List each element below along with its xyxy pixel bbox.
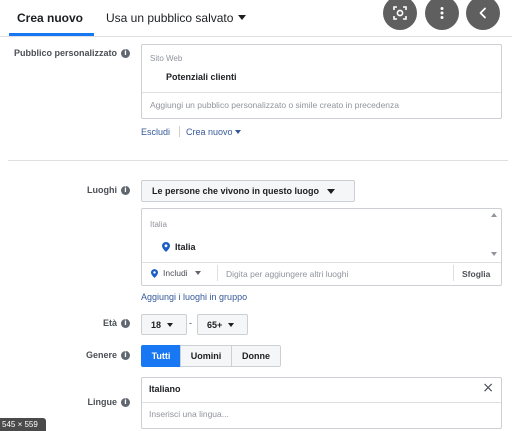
link-separator bbox=[179, 126, 180, 137]
gender-option-men[interactable]: Uomini bbox=[180, 345, 232, 367]
custom-audience-input[interactable]: Aggiungi un pubblico personalizzato o si… bbox=[150, 100, 399, 110]
location-type-dropdown[interactable]: Le persone che vivono in questo luogo bbox=[141, 180, 355, 202]
gender-option-all[interactable]: Tutti bbox=[141, 345, 181, 367]
audience-tabs: Crea nuovo Usa un pubblico salvato bbox=[0, 0, 512, 36]
languages-label-text: Lingue bbox=[87, 397, 118, 407]
caret-down-icon bbox=[238, 15, 247, 20]
age-min-value: 18 bbox=[151, 319, 162, 330]
location-type-value: Le persone che vivono in questo luogo bbox=[152, 186, 320, 196]
caret-down-icon bbox=[167, 322, 174, 327]
add-locations-in-bulk-link[interactable]: Aggiungi i luoghi in gruppo bbox=[141, 292, 247, 302]
languages-label: Lingue i bbox=[87, 397, 130, 407]
custom-audience-section-header: Sito Web bbox=[150, 54, 183, 63]
language-search-input[interactable]: Inserisci una lingua... bbox=[149, 409, 229, 419]
custom-audience-label-text: Pubblico personalizzato bbox=[13, 48, 117, 58]
tab-use-saved-audience[interactable]: Usa un pubblico salvato bbox=[106, 11, 247, 25]
gender-option-women[interactable]: Donne bbox=[231, 345, 281, 367]
browse-button[interactable]: Sfoglia bbox=[462, 269, 490, 279]
include-separator bbox=[217, 265, 218, 281]
locations-label: Luoghi i bbox=[87, 185, 130, 195]
locations-box: Italia Italia Includi Digita per aggiung… bbox=[141, 208, 502, 286]
caret-down-icon bbox=[228, 322, 235, 327]
tab-use-saved-label: Usa un pubblico salvato bbox=[106, 11, 234, 25]
locations-section-header: Italia bbox=[150, 220, 167, 229]
tabs-divider bbox=[0, 36, 512, 37]
age-label-text: Età bbox=[102, 318, 117, 328]
include-dropdown[interactable]: Includi bbox=[151, 268, 201, 278]
more-vertical-icon bbox=[440, 7, 444, 19]
languages-divider bbox=[142, 402, 501, 403]
location-search-input[interactable]: Digita per aggiungere altri luoghi bbox=[226, 269, 348, 279]
chevron-left-icon bbox=[479, 7, 486, 19]
caret-down-icon bbox=[327, 188, 336, 194]
languages-box: Italiano × Inserisci una lingua... bbox=[141, 377, 502, 429]
more-options-button[interactable] bbox=[425, 0, 459, 30]
tab-create-new[interactable]: Crea nuovo bbox=[17, 11, 83, 25]
age-max-dropdown[interactable]: 65+ bbox=[197, 314, 248, 335]
info-icon: i bbox=[121, 350, 130, 360]
locations-divider bbox=[142, 262, 501, 263]
location-pin-icon bbox=[151, 268, 158, 278]
scroll-up-icon[interactable] bbox=[491, 213, 497, 217]
lens-button[interactable] bbox=[383, 0, 417, 30]
include-label: Includi bbox=[163, 268, 188, 278]
remove-language-icon[interactable]: × bbox=[482, 380, 494, 396]
caret-down-icon bbox=[234, 130, 241, 134]
locations-label-text: Luoghi bbox=[87, 185, 117, 195]
browse-separator bbox=[453, 265, 454, 281]
info-icon: i bbox=[121, 397, 130, 407]
info-icon: i bbox=[121, 48, 130, 58]
age-range-dash: - bbox=[189, 318, 192, 328]
create-new-audience-label: Crea nuovo bbox=[186, 127, 233, 137]
age-min-dropdown[interactable]: 18 bbox=[141, 314, 187, 335]
scroll-down-icon[interactable] bbox=[491, 252, 497, 256]
exclude-link[interactable]: Escludi bbox=[141, 127, 170, 137]
info-icon: i bbox=[121, 318, 130, 328]
section-divider bbox=[8, 160, 508, 161]
gender-label: Genere i bbox=[86, 350, 130, 360]
selected-location-name: Italia bbox=[175, 242, 196, 252]
create-new-audience-link[interactable]: Crea nuovo bbox=[186, 127, 241, 137]
gender-label-text: Genere bbox=[85, 350, 117, 360]
age-label: Età i bbox=[103, 318, 130, 328]
caret-down-icon bbox=[194, 271, 201, 275]
selected-location: Italia bbox=[162, 242, 196, 252]
image-size-badge: 545 × 559 bbox=[0, 418, 46, 431]
custom-audience-label: Pubblico personalizzato i bbox=[14, 48, 130, 58]
info-icon: i bbox=[121, 185, 130, 195]
custom-audience-divider bbox=[142, 92, 501, 93]
selected-language: Italiano bbox=[149, 384, 181, 394]
lens-icon bbox=[393, 6, 407, 20]
custom-audience-selected-item: Potenziali clienti bbox=[166, 72, 237, 82]
custom-audience-box: Sito Web Potenziali clienti Aggiungi un … bbox=[141, 44, 502, 119]
back-button[interactable] bbox=[466, 0, 500, 30]
age-max-value: 65+ bbox=[207, 319, 223, 330]
location-pin-icon bbox=[162, 242, 170, 252]
